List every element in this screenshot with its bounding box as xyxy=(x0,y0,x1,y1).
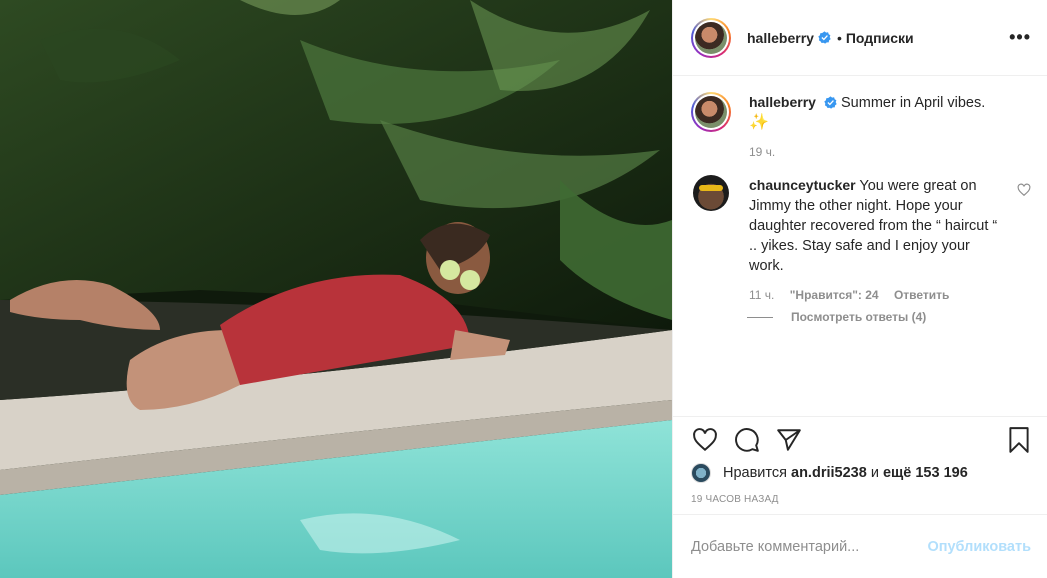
likes-prefix: Нравится xyxy=(723,465,787,481)
caption-time[interactable]: 19 ч. xyxy=(749,145,1031,159)
comment-likes-count[interactable]: "Нравится": 24 xyxy=(790,288,879,302)
liker-avatar[interactable] xyxy=(691,463,711,483)
post-photo[interactable] xyxy=(0,0,672,578)
publish-button[interactable]: Опубликовать xyxy=(927,539,1031,555)
comment-item: chaunceytucker You were great on Jimmy t… xyxy=(691,175,1031,302)
commenter-username[interactable]: chaunceytucker xyxy=(749,177,856,193)
author-meta: halleberry • Подписки xyxy=(747,30,914,46)
comment-icon[interactable] xyxy=(733,426,761,454)
author-username[interactable]: halleberry xyxy=(747,30,814,46)
action-bar xyxy=(673,416,1047,462)
following-button[interactable]: Подписки xyxy=(846,30,914,46)
post-timestamp[interactable]: 19 часов назад xyxy=(673,484,1047,514)
caption-text: Summer in April vibes. xyxy=(841,95,986,111)
liker-username[interactable]: an.drii5238 xyxy=(791,465,867,481)
more-options-icon[interactable]: ••• xyxy=(1009,27,1031,48)
reply-button[interactable]: Ответить xyxy=(894,288,949,302)
comment-like-heart-icon[interactable] xyxy=(1017,183,1031,197)
photo-illustration xyxy=(0,0,672,578)
comment-meta: 11 ч. "Нравится": 24 Ответить xyxy=(749,288,1005,302)
comments-list: halleberry Summer in April vibes. ✨ 19 ч… xyxy=(673,76,1047,416)
verified-badge-icon xyxy=(818,31,831,44)
comment-time[interactable]: 11 ч. xyxy=(749,288,774,302)
caption: halleberry Summer in April vibes. ✨ 19 ч… xyxy=(691,92,1031,159)
verified-badge-icon xyxy=(824,96,837,109)
caption-avatar[interactable] xyxy=(691,92,731,132)
likes-others-count[interactable]: ещё 153 196 xyxy=(883,465,968,481)
sparkles-emoji: ✨ xyxy=(749,114,769,131)
view-replies-button[interactable]: Посмотреть ответы (4) xyxy=(747,310,1031,324)
likes-conj: и xyxy=(870,465,879,481)
header-separator: • xyxy=(836,29,842,46)
caption-username[interactable]: halleberry xyxy=(749,94,816,110)
commenter-avatar[interactable] xyxy=(693,175,729,211)
replies-divider xyxy=(747,316,773,318)
view-replies-label: Посмотреть ответы (4) xyxy=(791,310,927,324)
add-comment-bar: Опубликовать xyxy=(673,514,1047,578)
heart-icon[interactable] xyxy=(691,426,719,454)
comment-input[interactable] xyxy=(691,538,928,555)
share-icon[interactable] xyxy=(775,426,803,454)
post-sidebar: halleberry • Подписки ••• halleberry Sum… xyxy=(672,0,1047,578)
bookmark-icon[interactable] xyxy=(1005,426,1033,454)
instagram-post-modal: halleberry • Подписки ••• halleberry Sum… xyxy=(0,0,1047,578)
author-avatar[interactable] xyxy=(691,17,731,58)
likes-summary: Нравится an.drii5238 и ещё 153 196 xyxy=(673,462,1047,484)
post-header: halleberry • Подписки ••• xyxy=(673,0,1047,76)
